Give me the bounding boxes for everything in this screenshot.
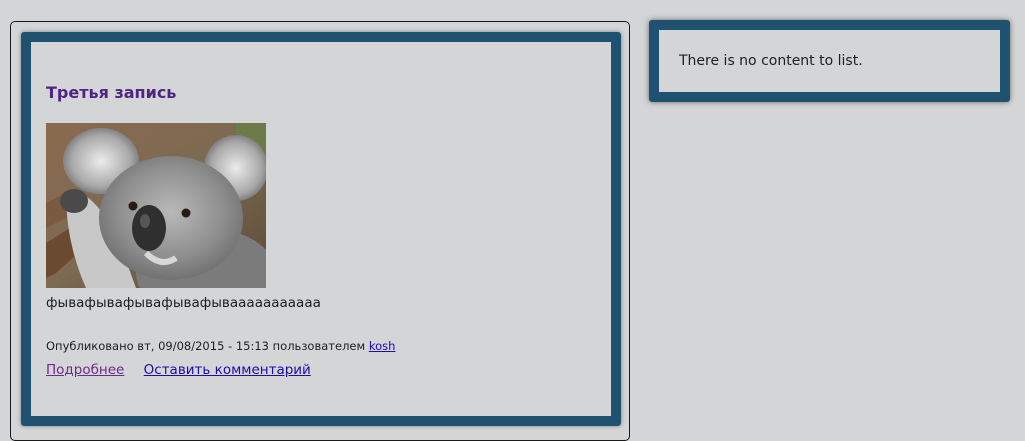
sidebar-content-block: There is no content to list. <box>649 20 1010 102</box>
node-body-text: фывафывафывафывафывааааааааааа <box>46 295 321 311</box>
node-links: Подробнее Оставить комментарий <box>46 362 326 378</box>
author-link[interactable]: kosh <box>369 339 396 353</box>
read-more-link[interactable]: Подробнее <box>46 362 124 378</box>
node-title[interactable]: Третья запись <box>46 83 176 102</box>
koala-image <box>46 123 266 288</box>
add-comment-link[interactable]: Оставить комментарий <box>144 362 311 378</box>
submitted-text: Опубликовано вт, 09/08/2015 - 15:13 поль… <box>46 339 366 353</box>
node-teaser: Третья запись фывафывафывафывафывааааааа… <box>21 32 621 426</box>
submitted-info: Опубликовано вт, 09/08/2015 - 15:13 поль… <box>46 339 395 353</box>
empty-content-message: There is no content to list. <box>679 53 863 69</box>
